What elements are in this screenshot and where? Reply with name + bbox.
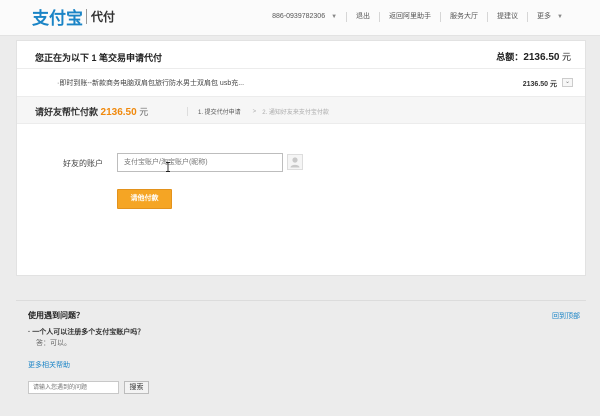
order-item-row: ·即时到账--新款商务电脑双肩包旅行防水男士双肩包 usb充... 2136.5… [17, 70, 585, 94]
account-field-label: 好友的账户 [63, 159, 103, 168]
text-cursor-icon [166, 162, 170, 172]
help-search-button[interactable]: 搜索 [124, 381, 149, 394]
help-search-input[interactable] [28, 381, 119, 394]
progress-steps: 1. 提交代付申请 > 2. 通知好友来支付宝付款 [187, 107, 329, 116]
account-menu[interactable]: 886-0939782306 ▼ [263, 12, 346, 22]
friend-account-input[interactable] [117, 153, 283, 172]
service-hall-label: 服务大厅 [450, 13, 479, 20]
help-divider [16, 300, 586, 301]
more-menu[interactable]: 更多 ▼ [527, 12, 572, 22]
contact-icon [290, 157, 300, 168]
logo-text: 支付宝 [32, 8, 83, 29]
request-amount: 2136.50 [100, 107, 137, 118]
service-hall-link[interactable]: 服务大厅 [440, 12, 487, 22]
item-name[interactable]: ·即时到账--新款商务电脑双肩包旅行防水男士双肩包 usb充... [57, 78, 244, 88]
request-unit: 元 [139, 107, 149, 117]
back-to-ali-helper-link[interactable]: 返回阿里助手 [379, 12, 440, 22]
top-nav: 886-0939782306 ▼ 退出 返回阿里助手 服务大厅 提建议 更多 ▼ [263, 12, 572, 22]
help-title: 使用遇到问题？ [28, 311, 84, 320]
more-help-link[interactable]: 更多相关帮助 [28, 360, 70, 370]
payment-panel: 您正在为以下 1 笔交易申请代付 总额：2136.50 元 ·即时到账--新款商… [16, 40, 586, 276]
chevron-down-icon: ▼ [331, 14, 338, 20]
chevron-down-icon: ▼ [557, 14, 563, 20]
request-payment-button[interactable]: 请他付款 [117, 189, 172, 209]
request-text: 请好友帮忙付款 [35, 107, 99, 117]
back-to-ali-helper-label: 返回阿里助手 [389, 13, 432, 20]
account-name: 886-0939782306 [272, 13, 326, 20]
order-header: 您正在为以下 1 笔交易申请代付 总额：2136.50 元 [17, 41, 585, 69]
step-arrow-icon: > [252, 108, 257, 115]
total-unit: 元 [561, 52, 571, 62]
help-question[interactable]: · 一个人可以注册多个支付宝账户吗？ [28, 327, 144, 337]
more-label: 更多 [537, 13, 552, 20]
order-title: 您正在为以下 1 笔交易申请代付 [35, 53, 163, 63]
item-amount: 2136.50 元 [522, 81, 557, 88]
order-total: 总额：2136.50 元 [496, 50, 571, 63]
top-bar: 支付宝 代付 886-0939782306 ▼ 退出 返回阿里助手 服务大厅 提… [0, 0, 600, 36]
feedback-label: 提建议 [497, 13, 519, 20]
logout-label: 退出 [356, 13, 371, 20]
back-to-top-link[interactable]: 回到顶部 [552, 311, 580, 321]
feedback-link[interactable]: 提建议 [487, 12, 527, 22]
help-section: 使用遇到问题？ 回到顶部 · 一个人可以注册多个支付宝账户吗？ 答：可以。 更多… [16, 300, 586, 408]
request-label: 请好友帮忙付款 2136.50 元 [35, 105, 148, 118]
expand-toggle-icon[interactable]: ⌄ [562, 78, 573, 87]
alipay-logo[interactable]: 支付宝 代付 [32, 5, 116, 29]
logout-link[interactable]: 退出 [346, 12, 379, 22]
total-label: 总额： [496, 52, 524, 62]
step-bar: 请好友帮忙付款 2136.50 元 1. 提交代付申请 > 2. 通知好友来支付… [17, 96, 585, 124]
help-answer: 答：可以。 [36, 340, 71, 347]
logo-divider [86, 8, 87, 24]
contact-picker-button[interactable] [287, 154, 303, 170]
logo-subtitle: 代付 [91, 9, 116, 24]
step-2: 2. 通知好友来支付宝付款 [262, 110, 329, 116]
total-amount: 2136.50 [523, 52, 560, 63]
step-1: 1. 提交代付申请 [187, 107, 241, 116]
